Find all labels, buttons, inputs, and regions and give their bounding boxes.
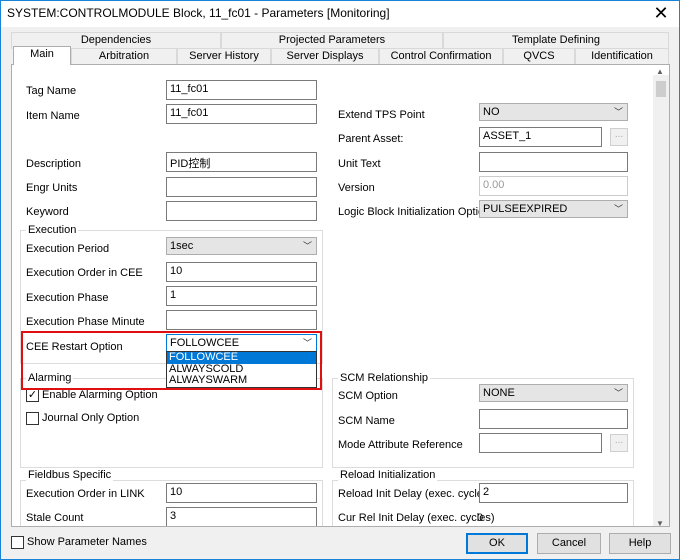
cee-restart-dropdown[interactable]: FOLLOWCEE ﹀ bbox=[166, 334, 317, 352]
logic-init-dropdown[interactable]: PULSEEXPIRED ﹀ bbox=[479, 200, 628, 218]
mode-attr-field[interactable] bbox=[479, 433, 602, 453]
description-label: Description bbox=[26, 158, 82, 170]
journal-only-checkbox[interactable] bbox=[26, 412, 39, 425]
cee-restart-label: CEE Restart Option bbox=[26, 341, 123, 353]
execution-order-field[interactable]: 10 bbox=[166, 262, 317, 282]
stale-count-label: Stale Count bbox=[26, 512, 84, 524]
keyword-field[interactable] bbox=[166, 201, 317, 221]
mode-attr-label: Mode Attribute Reference bbox=[338, 439, 463, 451]
cur-reload-delay-value: 0 bbox=[477, 512, 484, 524]
tab-qvcs[interactable]: QVCS bbox=[503, 48, 575, 65]
window-title: SYSTEM:CONTROLMODULE Block, 11_fc01 - Pa… bbox=[7, 6, 390, 20]
item-name-label: Item Name bbox=[26, 110, 80, 122]
mode-attr-browse-button[interactable]: ... bbox=[610, 434, 628, 452]
execution-phase-field[interactable]: 1 bbox=[166, 286, 317, 306]
chevron-down-icon: ﹀ bbox=[613, 388, 623, 398]
scroll-up-icon[interactable]: ▲ bbox=[656, 67, 664, 76]
execution-period-value: 1sec bbox=[170, 240, 194, 252]
tab-server-displays[interactable]: Server Displays bbox=[271, 48, 379, 65]
execution-phase-minute-label: Execution Phase Minute bbox=[26, 316, 145, 328]
vertical-scrollbar[interactable]: ▲ ▼ bbox=[653, 67, 669, 526]
scm-option-value: NONE bbox=[483, 387, 515, 399]
engr-units-label: Engr Units bbox=[26, 182, 78, 194]
description-field[interactable]: PID控制 bbox=[166, 152, 317, 172]
parent-asset-browse-button[interactable]: ... bbox=[610, 128, 628, 146]
execution-period-label: Execution Period bbox=[26, 243, 110, 255]
reload-delay-field[interactable]: 2 bbox=[479, 483, 628, 503]
tab-server-history[interactable]: Server History bbox=[177, 48, 271, 65]
extend-tps-dropdown[interactable]: NO ﹀ bbox=[479, 103, 628, 121]
enable-alarming-checkbox[interactable]: ✓ bbox=[26, 389, 39, 402]
execution-order-label: Execution Order in CEE bbox=[26, 267, 143, 279]
close-icon[interactable]: ✕ bbox=[651, 3, 671, 23]
execution-phase-minute-field[interactable] bbox=[166, 310, 317, 330]
cee-restart-option-followcee[interactable]: FOLLOWCEE bbox=[167, 351, 316, 364]
tag-name-label: Tag Name bbox=[26, 85, 77, 97]
show-parameter-names-label: Show Parameter Names bbox=[27, 536, 147, 548]
chevron-down-icon: ﹀ bbox=[302, 241, 312, 251]
journal-only-label: Journal Only Option bbox=[42, 412, 140, 424]
cee-restart-option-alwayswarm[interactable]: ALWAYSWARM bbox=[167, 374, 316, 387]
logic-init-label: Logic Block Initialization Option bbox=[338, 206, 491, 218]
tab-projected-parameters[interactable]: Projected Parameters bbox=[221, 32, 443, 49]
unit-text-field[interactable] bbox=[479, 152, 628, 172]
tab-main[interactable]: Main bbox=[13, 46, 71, 65]
stale-count-field[interactable]: 3 bbox=[166, 507, 317, 526]
execution-phase-label: Execution Phase bbox=[26, 292, 109, 304]
scm-group-title: SCM Relationship bbox=[338, 372, 431, 384]
chevron-down-icon: ﹀ bbox=[302, 338, 312, 348]
scroll-down-icon[interactable]: ▼ bbox=[656, 519, 664, 526]
main-tab-panel: Tag Name 11_fc01 Item Name 11_fc01 Descr… bbox=[11, 64, 670, 527]
enable-alarming-label: Enable Alarming Option bbox=[42, 389, 158, 401]
tab-template-defining[interactable]: Template Defining bbox=[443, 32, 669, 49]
logic-init-value: PULSEEXPIRED bbox=[483, 203, 568, 215]
extend-tps-value: NO bbox=[483, 106, 500, 118]
cur-reload-delay-label: Cur Rel Init Delay (exec. cycles) bbox=[338, 512, 495, 524]
execution-period-dropdown[interactable]: 1sec ﹀ bbox=[166, 237, 317, 255]
link-exec-order-label: Execution Order in LINK bbox=[26, 488, 145, 500]
scroll-thumb[interactable] bbox=[656, 81, 666, 97]
extend-tps-label: Extend TPS Point bbox=[338, 109, 425, 121]
link-exec-order-field[interactable]: 10 bbox=[166, 483, 317, 503]
reload-delay-label: Reload Init Delay (exec. cycles) bbox=[338, 488, 493, 500]
chevron-down-icon: ﹀ bbox=[613, 204, 623, 214]
scm-name-field[interactable] bbox=[479, 409, 628, 429]
show-parameter-names-checkbox[interactable] bbox=[11, 536, 24, 549]
cancel-button[interactable]: Cancel bbox=[537, 533, 601, 554]
version-label: Version bbox=[338, 182, 375, 194]
unit-text-label: Unit Text bbox=[338, 158, 381, 170]
ok-button[interactable]: OK bbox=[466, 533, 528, 554]
title-bar: SYSTEM:CONTROLMODULE Block, 11_fc01 - Pa… bbox=[1, 1, 679, 27]
tab-identification[interactable]: Identification bbox=[575, 48, 669, 65]
tab-arbitration[interactable]: Arbitration bbox=[71, 48, 177, 65]
scm-name-label: SCM Name bbox=[338, 415, 395, 427]
fieldbus-group-title: Fieldbus Specific bbox=[26, 469, 114, 481]
keyword-label: Keyword bbox=[26, 206, 69, 218]
cee-restart-value: FOLLOWCEE bbox=[170, 337, 240, 349]
scm-option-label: SCM Option bbox=[338, 390, 398, 402]
tab-control-confirmation[interactable]: Control Confirmation bbox=[379, 48, 503, 65]
execution-group-title: Execution bbox=[26, 224, 79, 236]
parameters-dialog: SYSTEM:CONTROLMODULE Block, 11_fc01 - Pa… bbox=[0, 0, 680, 560]
chevron-down-icon: ﹀ bbox=[613, 107, 623, 117]
cee-restart-options-list: FOLLOWCEE ALWAYSCOLD ALWAYSWARM bbox=[166, 351, 317, 388]
item-name-field[interactable]: 11_fc01 bbox=[166, 104, 317, 124]
parent-asset-field[interactable]: ASSET_1 bbox=[479, 127, 602, 147]
help-button[interactable]: Help bbox=[609, 533, 671, 554]
check-icon: ✓ bbox=[27, 389, 38, 401]
parent-asset-label: Parent Asset: bbox=[338, 133, 404, 145]
engr-units-field[interactable] bbox=[166, 177, 317, 197]
version-field: 0.00 bbox=[479, 176, 628, 196]
scm-option-dropdown[interactable]: NONE ﹀ bbox=[479, 384, 628, 402]
tag-name-field[interactable]: 11_fc01 bbox=[166, 80, 317, 100]
reload-group-title: Reload Initialization bbox=[338, 469, 438, 481]
alarming-group-title: Alarming bbox=[26, 372, 74, 384]
